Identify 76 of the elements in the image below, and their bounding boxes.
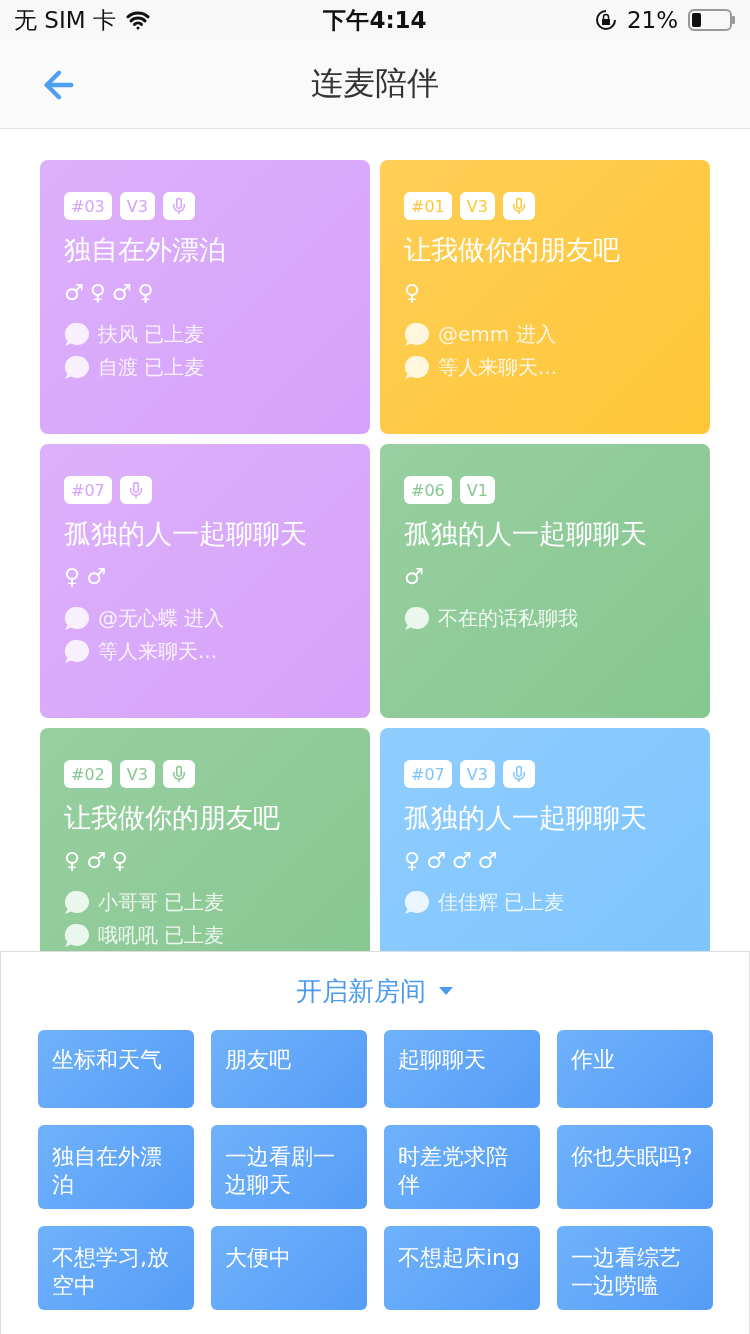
chat-bubble-icon [64,922,90,949]
topic-tile[interactable]: 大便中 [211,1226,367,1310]
gender-symbol: ♂ [451,848,472,873]
gender-symbol: ♀ [137,280,154,305]
tier-badge: V3 [459,192,495,220]
clock-text: 下午4:14 [323,5,427,35]
topic-tile[interactable]: 独自在外漂泊 [38,1125,194,1209]
gender-symbol: ♂ [111,280,132,305]
room-number-badge: #07 [404,760,452,788]
gender-symbol: ♀ [404,848,421,873]
gender-symbol: ♀ [89,280,106,305]
room-title: 独自在外漂泊 [64,233,227,267]
room-card[interactable]: #06 V1 孤独的人一起聊聊天 ♂ 不在的话私聊我 [380,444,710,718]
chat-bubble-icon [64,605,90,632]
chat-bubble-icon [64,889,90,916]
activity-text: @无心蝶 进入 [98,605,225,632]
gender-symbol: ♂ [426,848,446,873]
room-card[interactable]: #01 V3 让我做你的朋友吧 ♀ @emm 进入 等人来聊天... [380,160,710,434]
chat-bubble-icon [64,321,90,348]
room-card[interactable]: #07 V3 孤独的人一起聊聊天 ♀ ♂ ♂ ♂ 佳佳辉 已上麦 [380,728,710,951]
gender-symbol: ♀ [64,564,81,589]
room-title: 让我做你的朋友吧 [64,801,281,835]
topic-tile[interactable]: 不想起床ing [384,1226,540,1310]
gender-symbol: ♂ [404,564,424,589]
room-title: 孤独的人一起聊聊天 [404,801,648,835]
topic-tile[interactable]: 一边看综艺一边唠嗑 [557,1226,713,1310]
room-number-badge: #06 [404,476,452,504]
rotation-lock-icon [594,9,617,31]
topic-tile[interactable]: 时差党求陪伴 [384,1125,540,1209]
battery-icon [688,8,736,32]
room-number-badge: #07 [64,476,112,504]
topic-tile[interactable]: 朋友吧 [211,1030,367,1108]
page-title: 连麦陪伴 [311,63,439,104]
tier-badge: V3 [119,192,155,220]
gender-symbol: ♀ [111,848,128,873]
gender-symbol: ♀ [404,280,421,305]
tier-badge: V1 [459,476,495,504]
topic-tile[interactable]: 起聊聊天 [384,1030,540,1108]
topic-tile[interactable]: 一边看剧一边聊天 [211,1125,367,1209]
carrier-text: 无 SIM 卡 [14,5,116,35]
room-number-badge: #03 [64,192,112,220]
gender-symbol: ♂ [86,564,106,589]
room-number-badge: #01 [404,192,452,220]
topic-tile[interactable]: 坐标和天气 [38,1030,194,1108]
activity-text: 扶风 已上麦 [98,321,205,348]
activity-text: 不在的话私聊我 [438,605,578,632]
room-title: 孤独的人一起聊聊天 [404,517,648,551]
chat-bubble-icon [64,354,90,381]
chat-bubble-icon [404,354,430,381]
tier-badge: V3 [459,760,495,788]
gender-symbol: ♂ [64,280,84,305]
chat-bubble-icon [64,638,90,665]
room-number-badge: #02 [64,760,112,788]
activity-text: 佳佳辉 已上麦 [438,889,565,916]
room-card[interactable]: #03 V3 独自在外漂泊 ♂ ♀ ♂ ♀ 扶风 已上麦 自渡 已上麦 [40,160,370,434]
topic-tile[interactable]: 作业 [557,1030,713,1108]
gender-symbol: ♂ [86,848,106,873]
activity-text: @emm 进入 [438,321,556,348]
gender-symbol: ♂ [477,848,498,873]
chat-bubble-icon [404,605,430,632]
chat-bubble-icon [404,321,430,348]
topic-tile[interactable]: 不想学习,放空中 [38,1226,194,1310]
activity-text: 小哥哥 已上麦 [98,889,225,916]
gender-symbol: ♀ [64,848,81,873]
room-card[interactable]: #07 孤独的人一起聊聊天 ♀ ♂ @无心蝶 进入 等人来聊天... [40,444,370,718]
activity-text: 自渡 已上麦 [98,354,205,381]
topic-tile[interactable]: 你也失眠吗? [557,1125,713,1209]
battery-text: 21% [626,7,678,33]
activity-text: 哦吼吼 已上麦 [98,922,225,949]
tier-badge: V3 [119,760,155,788]
room-card[interactable]: #02 V3 让我做你的朋友吧 ♀ ♂ ♀ 小哥哥 已上麦 哦吼吼 已上麦 [40,728,370,951]
room-title: 孤独的人一起聊聊天 [64,517,308,551]
room-title: 让我做你的朋友吧 [404,233,621,267]
activity-text: 等人来聊天... [438,354,558,381]
activity-text: 等人来聊天... [98,638,218,665]
chat-bubble-icon [404,889,430,916]
